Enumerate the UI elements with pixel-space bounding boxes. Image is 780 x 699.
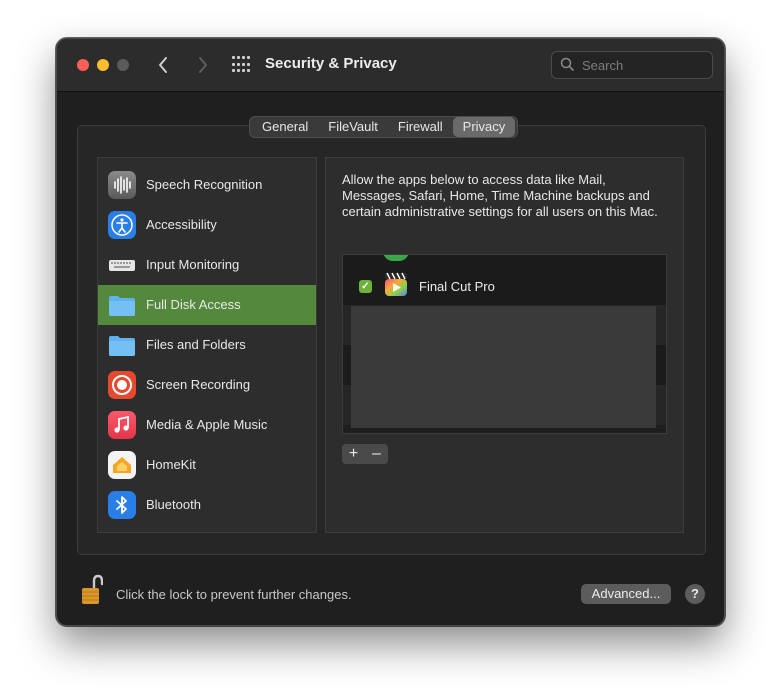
sidebar-item-files-and-folders[interactable]: Files and Folders <box>98 325 316 365</box>
sidebar-item-homekit[interactable]: HomeKit <box>98 445 316 485</box>
sidebar-item-media-apple-music[interactable]: Media & Apple Music <box>98 405 316 445</box>
sidebar-item-label: Speech Recognition <box>146 177 263 192</box>
sidebar-item-input-monitoring[interactable]: Input Monitoring <box>98 245 316 285</box>
lock-icon[interactable] <box>81 574 104 606</box>
home-icon <box>108 451 136 479</box>
chevron-left-icon <box>159 57 167 73</box>
sidebar-item-label: Full Disk Access <box>146 297 241 312</box>
tab-filevault[interactable]: FileVault <box>318 117 388 137</box>
bluetooth-icon <box>108 491 136 519</box>
list-item-partial <box>343 255 666 265</box>
app-access-checkbox[interactable]: ✓ <box>359 280 372 293</box>
lock-status-text: Click the lock to prevent further change… <box>116 587 352 602</box>
sidebar-item-label: Input Monitoring <box>146 257 240 272</box>
forward-button[interactable] <box>190 53 214 77</box>
screen-recording-icon <box>108 371 136 399</box>
chevron-right-icon <box>199 57 207 73</box>
partial-app-icon <box>383 255 409 261</box>
zoom-button[interactable] <box>117 59 129 71</box>
add-remove-control: + – <box>342 444 388 464</box>
sidebar-item-bluetooth[interactable]: Bluetooth <box>98 485 316 525</box>
tab-firewall[interactable]: Firewall <box>388 117 453 137</box>
list-item-final-cut-pro[interactable]: ✓ Final Cut Pro <box>343 265 666 305</box>
keyboard-icon <box>108 251 136 279</box>
tab-privacy[interactable]: Privacy <box>452 117 516 137</box>
tab-general[interactable]: General <box>252 117 318 137</box>
app-name: Final Cut Pro <box>419 279 495 294</box>
add-app-button[interactable]: + <box>342 444 365 464</box>
accessibility-icon <box>108 211 136 239</box>
title-bar: Security & Privacy Search <box>57 39 724 92</box>
sidebar-item-label: Screen Recording <box>146 377 251 392</box>
advanced-button[interactable]: Advanced... <box>581 584 671 604</box>
minimize-button[interactable] <box>97 59 109 71</box>
close-button[interactable] <box>77 59 89 71</box>
privacy-category-list[interactable]: Speech Recognition Accessibility Input M… <box>97 157 317 533</box>
tab-bar: General FileVault Firewall Privacy <box>249 116 519 138</box>
back-button[interactable] <box>152 53 176 77</box>
sidebar-item-label: Media & Apple Music <box>146 417 268 432</box>
list-drag-overlay <box>351 306 656 428</box>
window-title: Security & Privacy <box>265 55 397 72</box>
folder-icon <box>108 331 136 359</box>
folder-icon <box>108 291 136 319</box>
show-all-grid-icon[interactable] <box>232 56 250 74</box>
sidebar-item-full-disk-access[interactable]: Full Disk Access <box>98 285 316 325</box>
search-field[interactable]: Search <box>551 51 713 79</box>
sidebar-item-label: Files and Folders <box>146 337 246 352</box>
final-cut-pro-icon <box>383 271 409 297</box>
app-list[interactable]: ✓ Final Cut Pro <box>342 254 667 434</box>
sidebar-item-accessibility[interactable]: Accessibility <box>98 205 316 245</box>
sidebar-item-screen-recording[interactable]: Screen Recording <box>98 365 316 405</box>
security-privacy-window: Security & Privacy Search General FileVa… <box>56 38 725 626</box>
sidebar-item-speech-recognition[interactable]: Speech Recognition <box>98 165 316 205</box>
sidebar-item-label: Bluetooth <box>146 497 201 512</box>
waveform-icon <box>108 171 136 199</box>
search-placeholder: Search <box>582 58 624 73</box>
help-button[interactable]: ? <box>685 584 705 604</box>
search-icon <box>560 57 574 71</box>
music-icon <box>108 411 136 439</box>
remove-app-button[interactable]: – <box>365 444 388 464</box>
access-description: Allow the apps below to access data like… <box>342 172 658 219</box>
detail-pane: Allow the apps below to access data like… <box>325 157 684 533</box>
sidebar-item-label: Accessibility <box>146 217 217 232</box>
sidebar-item-label: HomeKit <box>146 457 196 472</box>
